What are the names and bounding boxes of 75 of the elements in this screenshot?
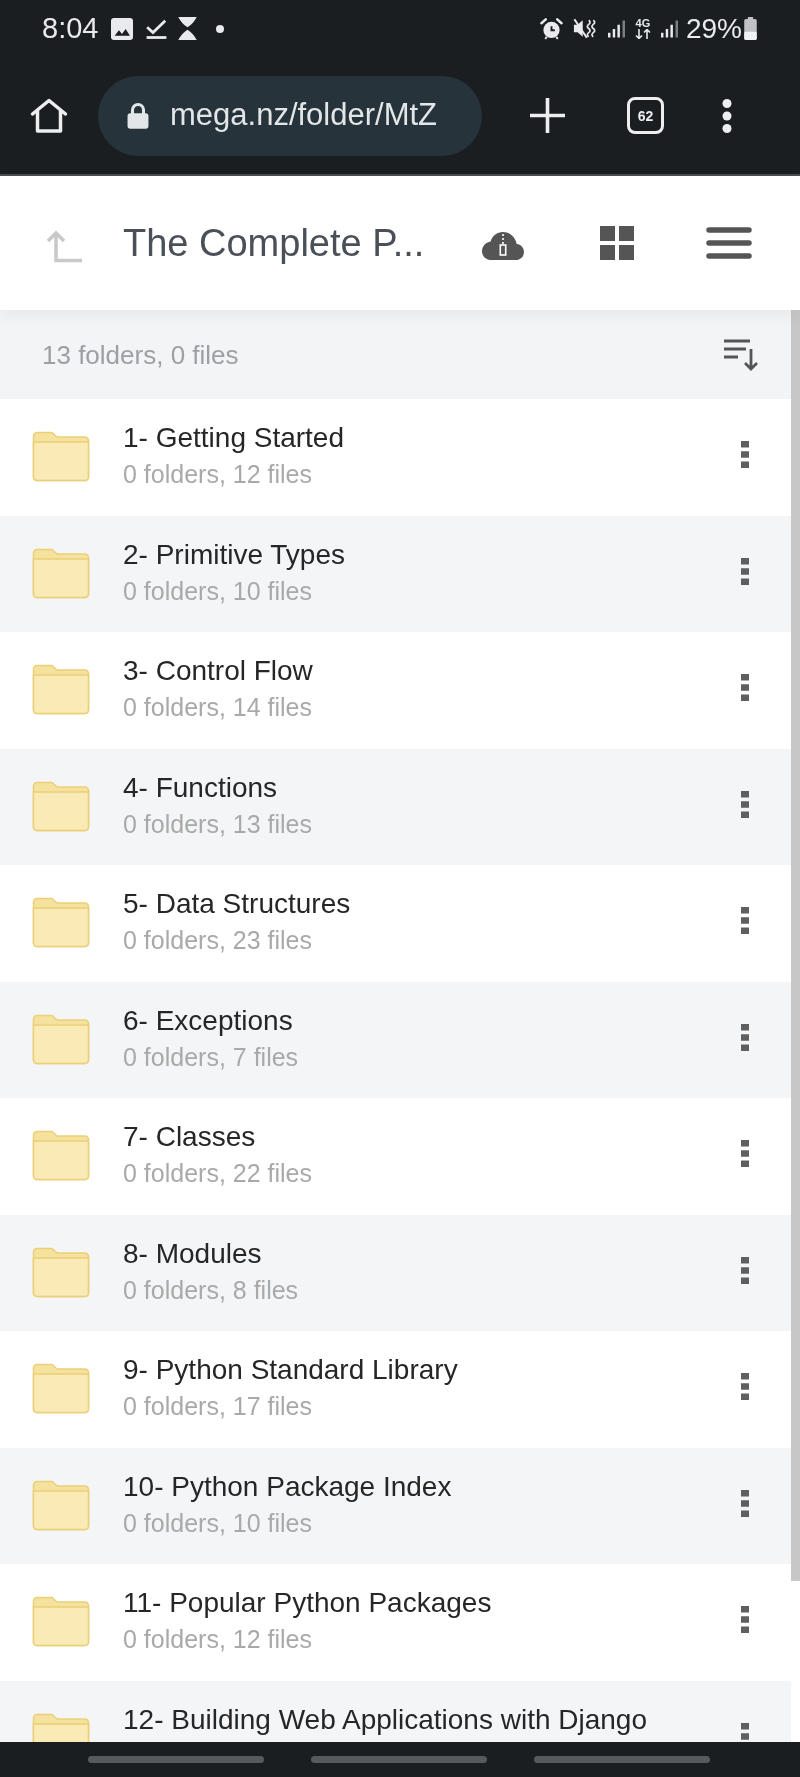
image-icon	[111, 17, 134, 40]
folder-icon	[32, 1130, 90, 1181]
more-options-icon[interactable]	[722, 98, 732, 133]
folder-name: 5- Data Structures	[123, 887, 351, 921]
folder-details: 0 folders, 23 files	[123, 925, 312, 955]
folder-row[interactable]: 10- Python Package Index 0 folders, 10 files	[0, 1447, 791, 1564]
sort-icon[interactable]	[724, 338, 758, 371]
data-arrows-icon	[634, 29, 651, 39]
navigation-handle[interactable]	[311, 1756, 487, 1763]
folder-title: The Complete P...	[123, 224, 426, 262]
signal-icon	[660, 19, 678, 38]
folder-icon	[32, 1013, 90, 1065]
folder-name: 4- Functions	[123, 770, 278, 805]
folder-name: 8- Modules	[123, 1236, 262, 1271]
folder-details: 0 folders, 13 files	[123, 808, 312, 839]
folder-name: 2- Primitive Types	[123, 537, 345, 572]
home-icon[interactable]	[30, 98, 68, 133]
more-options-icon[interactable]	[741, 674, 749, 701]
battery-percent: 29%	[685, 14, 742, 43]
check-icon	[146, 18, 168, 39]
signal-icon	[607, 19, 625, 38]
more-options-icon[interactable]	[741, 907, 749, 934]
folder-icon	[32, 1479, 90, 1531]
folder-icon	[32, 897, 90, 948]
folder-row[interactable]: 2- Primitive Types 0 folders, 10 files	[0, 515, 791, 632]
folder-name: 10- Python Package Index	[123, 1469, 452, 1504]
folder-name: 9- Python Standard Library	[123, 1353, 458, 1387]
navigation-handle[interactable]	[88, 1756, 264, 1763]
hourglass-icon	[178, 17, 198, 40]
grid-view-icon[interactable]	[600, 226, 634, 260]
folder-name: 11- Popular Python Packages	[123, 1586, 492, 1620]
more-options-icon[interactable]	[741, 1140, 749, 1167]
folder-name: 12- Building Web Applications with Django	[123, 1702, 647, 1737]
folder-name: 1- Getting Started	[123, 421, 344, 455]
cloud-zip-icon[interactable]	[482, 230, 524, 260]
folder-details: 0 folders, 12 files	[123, 459, 312, 489]
folder-icon	[32, 431, 90, 482]
menu-icon[interactable]	[706, 227, 752, 259]
more-options-icon[interactable]	[741, 441, 749, 468]
tab-count-button[interactable]: 62	[627, 97, 664, 134]
folder-details: 0 folders, 8 files	[123, 1274, 299, 1305]
folder-name: 6- Exceptions	[123, 1003, 293, 1038]
scrollbar-thumb[interactable]	[791, 310, 800, 1581]
more-options-icon[interactable]	[741, 1373, 749, 1400]
folder-details: 0 folders, 17 files	[123, 1391, 312, 1421]
folder-icon	[32, 1246, 90, 1298]
folder-icon	[32, 780, 90, 832]
folder-icon	[32, 547, 90, 599]
folder-details: 0 folders, 22 files	[123, 1158, 312, 1188]
folder-row[interactable]: 8- Modules 0 folders, 8 files	[0, 1214, 791, 1331]
folder-row[interactable]: 6- Exceptions 0 folders, 7 files	[0, 981, 791, 1098]
dot-icon	[216, 24, 225, 33]
folder-row[interactable]: 4- Functions 0 folders, 13 files	[0, 748, 791, 865]
mute-icon	[572, 18, 597, 39]
alarm-clock-icon	[539, 17, 563, 40]
navigation-handle[interactable]	[534, 1756, 710, 1763]
folder-row[interactable]: 12- Building Web Applications with Django	[0, 1680, 791, 1742]
battery-icon	[744, 17, 757, 40]
folder-icon	[32, 1596, 90, 1647]
folder-name: 7- Classes	[123, 1120, 256, 1154]
folder-details: 0 folders, 7 files	[123, 1041, 299, 1072]
lock-icon	[127, 102, 149, 129]
folder-details: 0 folders, 12 files	[123, 1624, 312, 1654]
folder-details: 0 folders, 10 files	[123, 575, 312, 606]
more-options-icon[interactable]	[741, 1606, 749, 1633]
folder-name: 3- Control Flow	[123, 654, 313, 688]
status-time: 8:04	[42, 14, 99, 43]
address-bar[interactable]: mega.nz/folder/MtZ	[98, 75, 482, 156]
folder-icon	[32, 1363, 90, 1414]
plus-icon[interactable]	[530, 98, 565, 133]
folder-summary: 13 folders, 0 files	[42, 341, 239, 368]
folder-details: 0 folders, 10 files	[123, 1507, 312, 1538]
folder-icon	[32, 664, 90, 715]
folder-details: 0 folders, 14 files	[123, 692, 312, 722]
network-type: 4G	[635, 18, 651, 29]
